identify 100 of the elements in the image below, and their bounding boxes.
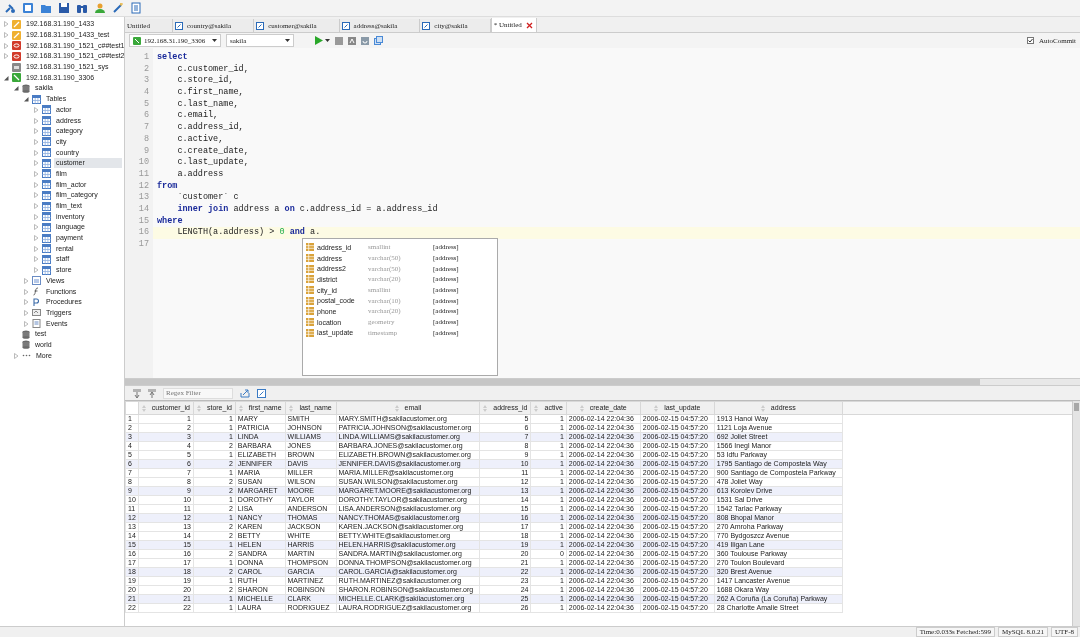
edit-icon[interactable] [257,388,266,398]
line-number: 6 [142,110,149,123]
explain-icon[interactable] [348,36,356,45]
table-icon [42,169,51,179]
code-line[interactable]: c.store_id, [153,75,1080,88]
binoculars-icon[interactable] [76,2,88,14]
checkbox-icon[interactable] [1027,37,1035,44]
export-icon[interactable] [240,388,250,398]
sort-icon [289,404,294,412]
view-icon [32,276,41,286]
code-line[interactable]: select [153,52,1080,64]
server-icon [12,51,21,61]
line-number: 15 [137,215,149,228]
server-icon [12,19,21,29]
server-icon [12,30,21,40]
vertical-scrollbar[interactable] [1072,401,1080,626]
server-icon [12,73,21,83]
code-line[interactable]: `customer` c [153,192,1080,204]
line-number: 4 [142,87,149,99]
line-number: 7 [142,122,149,134]
database-icon [22,83,30,93]
sort-icon [238,404,243,412]
code-line[interactable]: c.customer_id, [153,63,1080,76]
wand-icon[interactable] [112,2,124,14]
code-line[interactable]: from [153,180,1080,193]
edit-icon [174,21,183,30]
column-icon [306,243,314,252]
column-icon [306,275,314,284]
line-number: 1 [142,52,149,64]
code-line[interactable]: where [153,215,1080,228]
edit-icon [256,21,265,30]
function-icon [32,287,41,297]
folder-icon[interactable] [40,2,52,14]
line-number: 12 [137,180,149,193]
save-icon[interactable] [58,2,70,14]
sort-icon [196,404,201,412]
sort-icon [141,404,146,412]
code-line[interactable]: inner join address a on c.address_id = a.address_id [153,203,1080,216]
line-number: 8 [142,133,149,146]
table-icon [32,94,41,104]
table-icon [42,201,51,211]
server-icon [133,36,141,45]
line-number: 10 [137,157,149,169]
connect-icon[interactable] [4,2,16,14]
new-query-icon[interactable] [22,2,34,14]
table-icon [42,105,51,115]
line-number: 3 [142,75,149,88]
server-icon [12,62,21,72]
table-icon [42,265,51,275]
line-number: 5 [142,98,149,111]
table-icon [42,190,51,200]
code-line[interactable]: c.first_name, [153,87,1080,99]
table-icon [42,212,51,222]
line-number: 9 [142,145,149,158]
code-line[interactable]: a.address [153,168,1080,181]
refresh-icon[interactable] [361,36,369,45]
triangle-icon[interactable] [3,74,9,81]
table-icon [42,244,51,254]
code-line[interactable]: c.email, [153,110,1080,123]
line-number: 17 [137,239,149,251]
sort-icon [394,404,399,412]
code-line[interactable]: c.last_update, [153,157,1080,169]
table-icon [42,222,51,232]
play-icon [315,36,323,45]
stop-icon[interactable] [335,36,343,45]
triangle-icon[interactable] [13,85,19,92]
table-icon [42,148,51,158]
triangle-icon[interactable] [23,96,29,103]
table-icon [42,116,51,126]
line-number: 14 [137,203,149,216]
line-number: 11 [137,168,149,181]
table-icon [42,180,51,190]
sort-icon [654,404,659,412]
procedure-icon [32,297,41,307]
caret-icon [285,39,290,42]
user-icon[interactable] [94,2,106,14]
document-icon[interactable] [130,2,142,14]
filter-icon[interactable] [148,388,156,398]
sort-icon [579,404,584,412]
filter-icon[interactable] [133,388,141,398]
line-number: 2 [142,63,149,76]
event-icon [32,319,41,329]
table-icon [42,233,51,243]
edit-icon [341,21,350,30]
column-icon [306,307,314,316]
line-number: 13 [137,192,149,204]
trigger-icon [32,308,41,318]
code-line[interactable]: c.active, [153,133,1080,146]
edit-icon [422,21,431,30]
close-icon[interactable] [525,21,533,29]
code-line[interactable]: c.address_id, [153,122,1080,134]
code-line[interactable]: c.create_date, [153,145,1080,158]
run-button[interactable] [315,36,330,45]
table-icon [42,158,51,168]
sort-icon [534,404,539,412]
copy-icon[interactable] [374,36,383,45]
line-number: 16 [137,227,149,239]
code-line[interactable]: c.last_name, [153,98,1080,111]
caret-icon [212,39,217,42]
table-icon [42,137,51,147]
